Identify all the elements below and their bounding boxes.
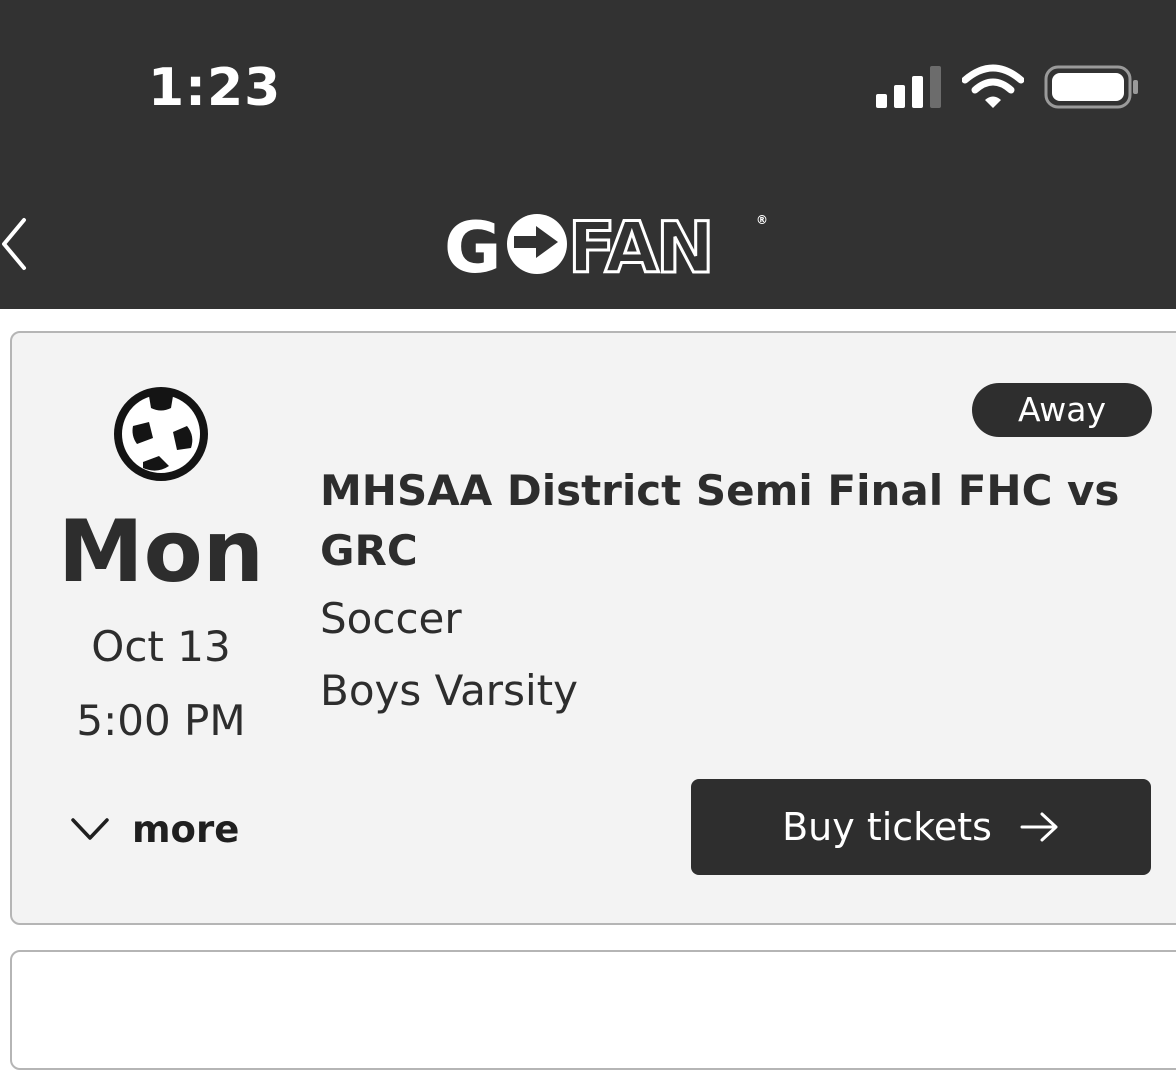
status-time: 1:23 [148,58,282,118]
away-badge: Away [972,383,1152,437]
soccer-ball-icon [114,387,208,481]
event-card: Mon Oct 13 5:00 PM Away MHSAA District S… [10,331,1176,925]
svg-text:FAN: FAN [568,210,712,278]
more-label: more [132,807,240,851]
wifi-icon [962,64,1024,108]
svg-text:®: ® [756,213,768,227]
event-card-next [10,950,1176,1070]
chevron-down-icon [71,818,109,840]
buy-tickets-label: Buy tickets [782,805,992,849]
event-time: 5:00 PM [76,696,246,745]
buy-tickets-button[interactable]: Buy tickets [691,779,1151,875]
app-header: 1:23 G FAN ® [0,0,1176,309]
chevron-left-icon[interactable] [0,216,32,272]
arrow-right-icon [1020,812,1058,842]
battery-icon [1044,65,1138,109]
event-date: Oct 13 [91,622,231,671]
event-title: MHSAA District Semi Final FHC vs GRC [320,466,1120,575]
event-level: Boys Varsity [320,666,578,715]
svg-text:G: G [444,210,501,278]
event-day: Mon [58,502,264,602]
event-sport: Soccer [320,594,462,643]
cellular-signal-icon [876,66,941,108]
more-toggle[interactable]: more [70,799,239,859]
gofan-logo: G FAN ® [444,210,768,278]
